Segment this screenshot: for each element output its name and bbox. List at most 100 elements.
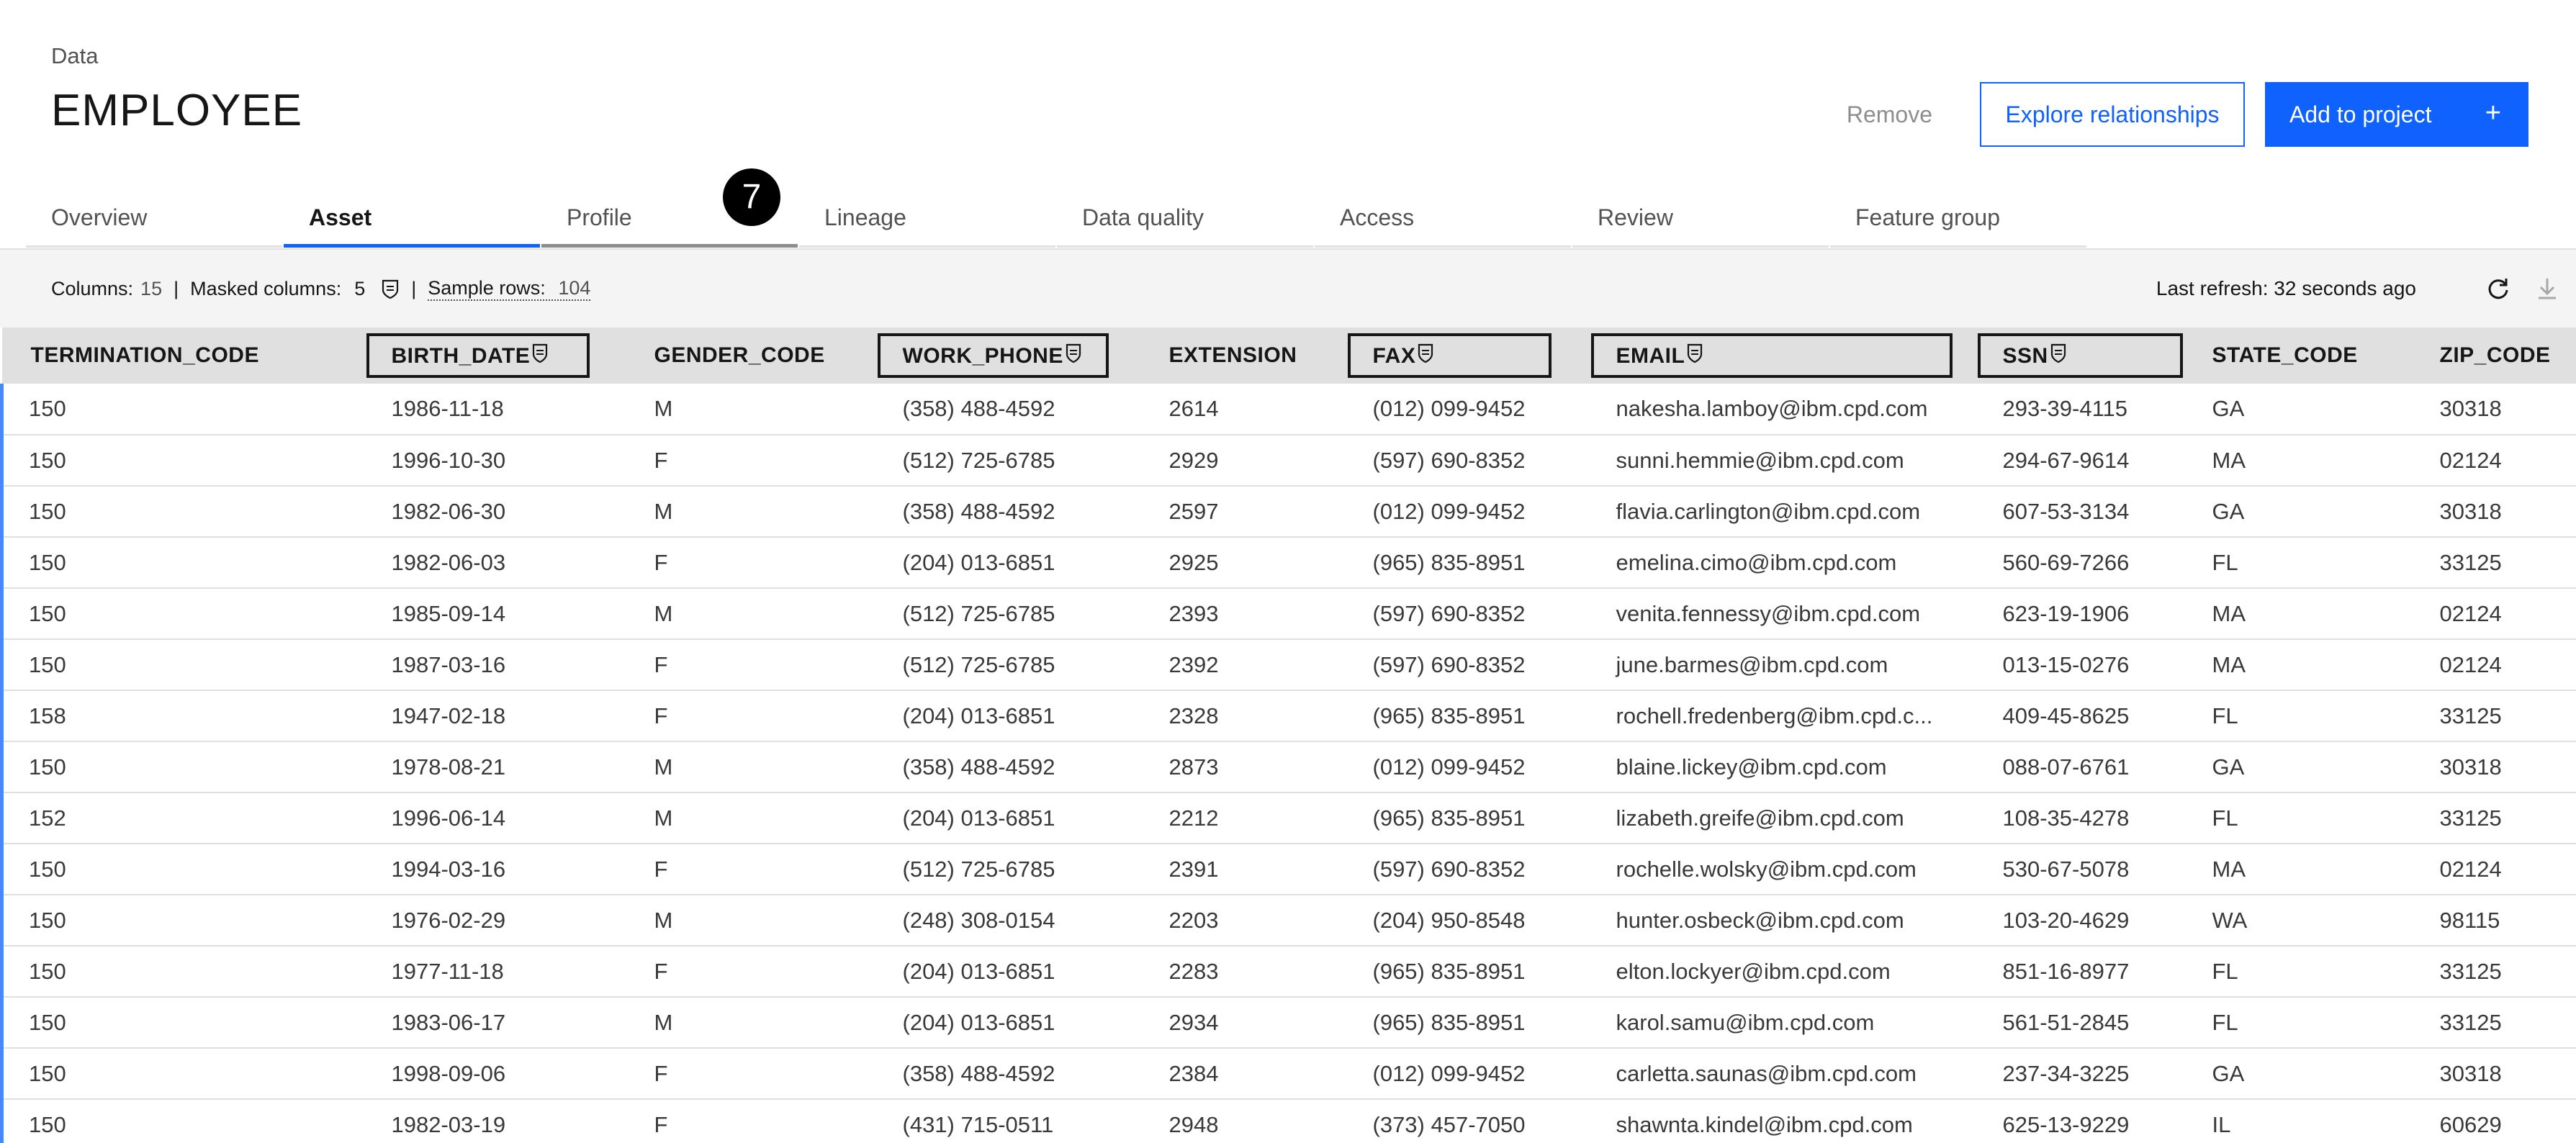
tab-asset[interactable]: Asset (284, 189, 540, 248)
cell-work-phone: (512) 725-6785 (902, 600, 1055, 626)
cell-zip-code: 30318 (2439, 396, 2502, 421)
table-row[interactable]: 152 1996-06-14 M (204) 013-6851 2212 (965) 83… (0, 792, 2576, 844)
download-icon[interactable] (2533, 274, 2562, 303)
table-row[interactable]: 150 1983-06-17 M (204) 013-6851 2934 (965) 83… (0, 997, 2576, 1048)
column-header-birth-date[interactable]: BIRTH_DATE (363, 327, 626, 384)
table-row[interactable]: 150 1986-11-18 M (358) 488-4592 2614 (012) 09… (0, 384, 2576, 435)
cell-extension: 2597 (1168, 498, 1219, 524)
cell-gender-code: M (654, 396, 673, 421)
cell-termination-code: 150 (0, 588, 363, 639)
column-header-ssn[interactable]: SSN (1974, 327, 2184, 384)
column-header-extension[interactable]: EXTENSION (1140, 327, 1344, 384)
table-row[interactable]: 150 1996-10-30 F (512) 725-6785 2929 (597) 69… (0, 435, 2576, 486)
cell-birth-date: 1976-02-29 (391, 907, 506, 933)
cell-work-phone: (204) 013-6851 (902, 1009, 1055, 1035)
cell-zip-code: 02124 (2439, 600, 2502, 626)
cell-birth-date: 1985-09-14 (391, 600, 506, 626)
cell-state-code: GA (2212, 396, 2245, 421)
table-row[interactable]: 150 1985-09-14 M (512) 725-6785 2393 (597) 69… (0, 588, 2576, 639)
cell-zip-code: 33125 (2439, 805, 2502, 831)
column-header-email[interactable]: EMAIL (1588, 327, 1974, 384)
sample-rows-link[interactable]: Sample rows: 104 (428, 277, 591, 301)
refresh-icon[interactable] (2484, 274, 2513, 303)
explore-relationships-button[interactable]: Explore relationships (1980, 82, 2245, 147)
remove-button[interactable]: Remove (1847, 101, 1932, 128)
cell-ssn: 088-07-6761 (2002, 754, 2130, 780)
cell-work-phone: (358) 488-4592 (902, 396, 1055, 421)
cell-termination-code: 150 (0, 844, 363, 895)
cell-fax: (012) 099-9452 (1372, 1060, 1526, 1086)
column-header-state-code[interactable]: STATE_CODE (2184, 327, 2411, 384)
cell-work-phone: (512) 725-6785 (902, 856, 1055, 882)
cell-zip-code: 02124 (2439, 856, 2502, 882)
page-header: Data EMPLOYEE Remove Explore relationshi… (0, 0, 2576, 248)
cell-birth-date: 1996-06-14 (391, 805, 506, 831)
cell-termination-code: 150 (0, 1099, 363, 1143)
cell-state-code: WA (2212, 907, 2248, 933)
table-row[interactable]: 150 1987-03-16 F (512) 725-6785 2392 (597) 69… (0, 639, 2576, 690)
data-table: TERMINATION_CODE BIRTH_DATE GENDER_CODE WOR… (0, 327, 2576, 1143)
cell-extension: 2328 (1168, 702, 1219, 728)
tab-access[interactable]: Access (1315, 189, 1571, 248)
cell-ssn: 294-67-9614 (2002, 447, 2130, 473)
cell-birth-date: 1986-11-18 (391, 396, 504, 421)
tab-lineage[interactable]: Lineage (799, 189, 1055, 248)
cell-extension: 2925 (1168, 549, 1219, 575)
column-header-label: EXTENSION (1168, 343, 1297, 367)
cell-extension: 2934 (1168, 1009, 1219, 1035)
cell-birth-date: 1996-10-30 (391, 447, 506, 473)
add-to-project-label: Add to project (2289, 101, 2432, 127)
cell-birth-date: 1982-03-19 (391, 1111, 506, 1137)
cell-zip-code: 60629 (2439, 1111, 2502, 1137)
cell-ssn: 293-39-4115 (2002, 396, 2128, 421)
cell-state-code: MA (2212, 856, 2246, 882)
separator: | (174, 278, 179, 299)
data-table-container[interactable]: TERMINATION_CODE BIRTH_DATE GENDER_CODE WOR… (0, 327, 2576, 1143)
cell-work-phone: (431) 715-0511 (902, 1111, 1054, 1137)
columns-count: 15 (140, 278, 163, 299)
cell-fax: (965) 835-8951 (1372, 702, 1526, 728)
tab-data-quality[interactable]: Data quality (1057, 189, 1313, 248)
table-row[interactable]: 150 1998-09-06 F (358) 488-4592 2384 (012) 09… (0, 1048, 2576, 1099)
cell-ssn: 560-69-7266 (2002, 549, 2130, 575)
tab-feature-group[interactable]: Feature group (1830, 189, 2086, 248)
cell-fax: (597) 690-8352 (1372, 600, 1526, 626)
column-header-work-phone[interactable]: WORK_PHONE (874, 327, 1140, 384)
column-header-termination-code[interactable]: TERMINATION_CODE (2, 327, 363, 384)
cell-zip-code: 02124 (2439, 447, 2502, 473)
table-row[interactable]: 158 1947-02-18 F (204) 013-6851 2328 (965) 83… (0, 690, 2576, 741)
masked-column-highlight (1347, 333, 1552, 378)
cell-state-code: MA (2212, 447, 2246, 473)
column-header-zip-code[interactable]: ZIP_CODE (2411, 327, 2576, 384)
table-row[interactable]: 150 1994-03-16 F (512) 725-6785 2391 (597) 69… (0, 844, 2576, 895)
tab-review[interactable]: Review (1572, 189, 1829, 248)
cell-fax: (965) 835-8951 (1372, 549, 1526, 575)
table-row[interactable]: 150 1982-06-30 M (358) 488-4592 2597 (012) 09… (0, 486, 2576, 537)
column-header-gender-code[interactable]: GENDER_CODE (626, 327, 874, 384)
tab-list: Overview Asset Profile Lineage Data qual… (26, 189, 2088, 248)
table-row[interactable]: 150 1982-03-19 F (431) 715-0511 2948 (373) 45… (0, 1099, 2576, 1143)
table-row[interactable]: 150 1978-08-21 M (358) 488-4592 2873 (012) 09… (0, 741, 2576, 792)
sample-rows-label: Sample rows: (428, 277, 546, 299)
table-row[interactable]: 150 1977-11-18 F (204) 013-6851 2283 (965) 83… (0, 946, 2576, 997)
cell-extension: 2384 (1168, 1060, 1219, 1086)
table-row[interactable]: 150 1976-02-29 M (248) 308-0154 2203 (204) 95… (0, 895, 2576, 946)
cell-ssn: 409-45-8625 (2002, 702, 2130, 728)
masked-column-highlight (1977, 333, 2183, 378)
cell-email: shawnta.kindel@ibm.cpd.com (1616, 1111, 1913, 1137)
cell-work-phone: (204) 013-6851 (902, 805, 1055, 831)
cell-state-code: MA (2212, 600, 2246, 626)
page-title: EMPLOYEE (51, 86, 303, 135)
table-row[interactable]: 150 1982-06-03 F (204) 013-6851 2925 (965) 83… (0, 537, 2576, 588)
separator: | (411, 278, 417, 299)
cell-extension: 2393 (1168, 600, 1219, 626)
cell-zip-code: 30318 (2439, 498, 2502, 524)
add-to-project-button[interactable]: Add to project + (2265, 82, 2528, 147)
column-header-fax[interactable]: FAX (1344, 327, 1588, 384)
asset-info-bar: Columns: 15 | Masked columns: 5 | Sample… (0, 248, 2576, 327)
cell-birth-date: 1983-06-17 (391, 1009, 506, 1035)
breadcrumb[interactable]: Data (51, 43, 98, 69)
cell-work-phone: (204) 013-6851 (902, 702, 1055, 728)
cell-email: hunter.osbeck@ibm.cpd.com (1616, 907, 1904, 933)
tab-overview[interactable]: Overview (26, 189, 282, 248)
